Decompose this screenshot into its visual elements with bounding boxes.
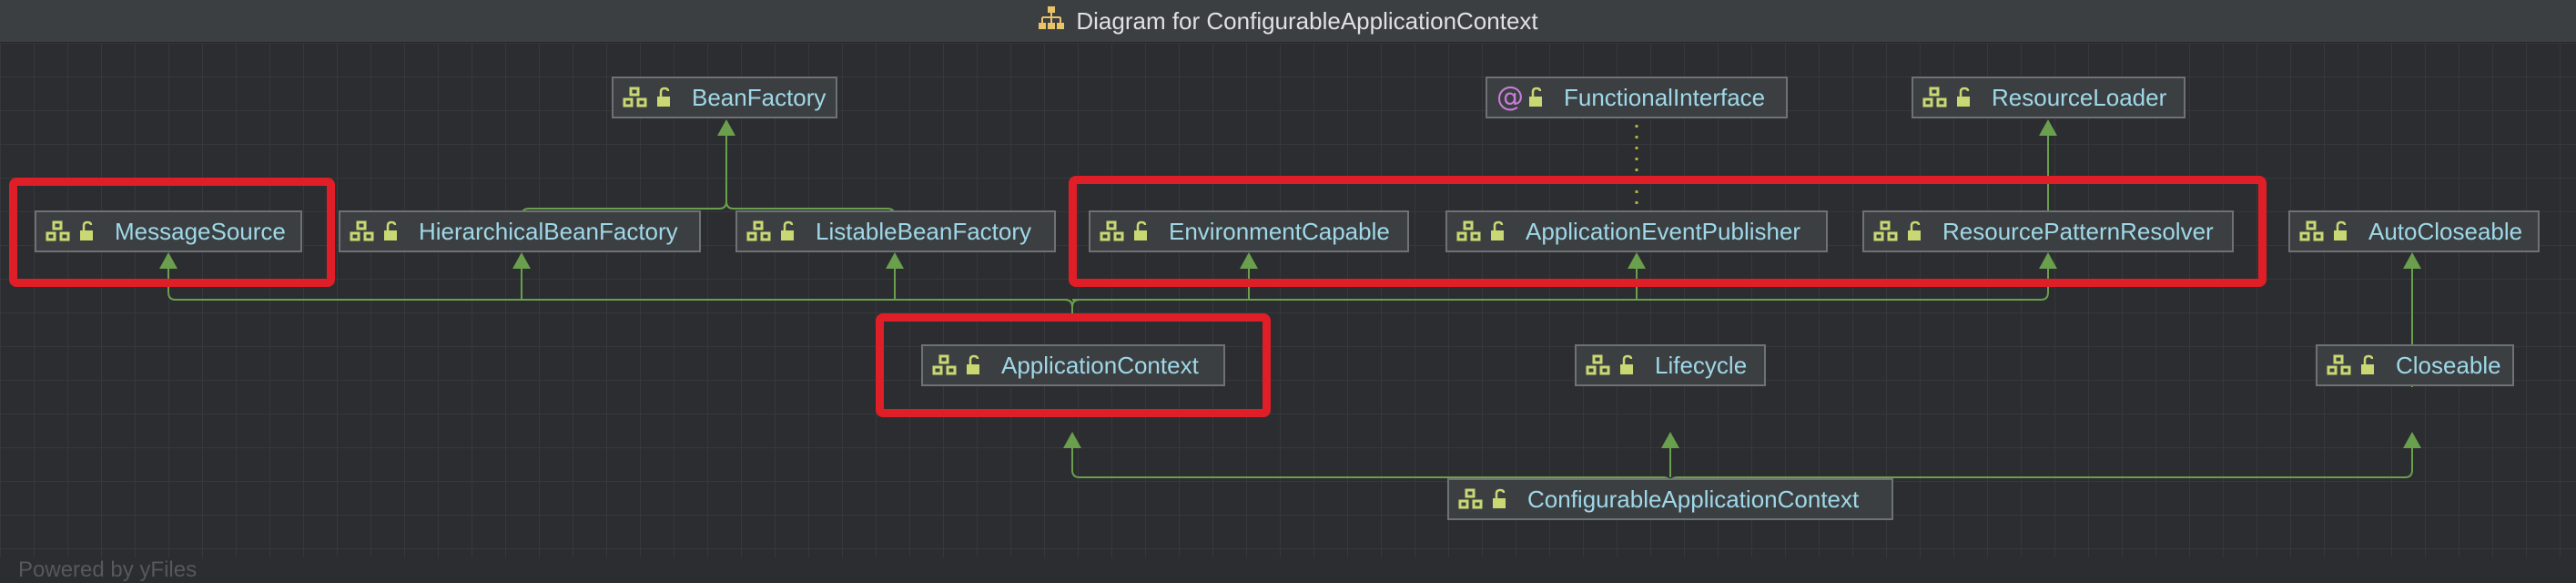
interface-icon xyxy=(746,220,774,242)
arrowhead xyxy=(1063,432,1081,448)
node-label: FunctionalInterface xyxy=(1564,83,1766,111)
edge-hierarchical-to-beanfactory xyxy=(521,125,727,217)
interface-icon xyxy=(2327,354,2354,376)
node-label: ListableBeanFactory xyxy=(816,217,1032,245)
node-functional-interface[interactable]: @ FunctionalInterface xyxy=(1486,77,1788,118)
node-label: HierarchicalBeanFactory xyxy=(419,217,678,245)
node-beanfactory[interactable]: BeanFactory xyxy=(612,77,837,118)
unlock-icon xyxy=(1527,87,1546,108)
unlock-icon xyxy=(382,220,401,242)
node-label: AutoCloseable xyxy=(2368,217,2523,245)
node-closeable[interactable]: Closeable xyxy=(2316,344,2514,386)
unlock-icon xyxy=(779,220,797,242)
unlock-icon xyxy=(655,87,674,108)
highlight-box-application-context xyxy=(876,313,1271,417)
interface-icon xyxy=(2299,220,2327,242)
interface-icon xyxy=(623,87,650,108)
interface-icon xyxy=(350,220,377,242)
node-label: ResourceLoader xyxy=(1992,83,2167,111)
highlight-box-context-parents xyxy=(1069,176,2267,287)
watermark: Powered by yFiles xyxy=(18,557,198,582)
arrowhead xyxy=(512,252,531,269)
window-title: Diagram for ConfigurableApplicationConte… xyxy=(1076,6,1538,35)
arrowhead xyxy=(886,252,904,269)
interface-icon xyxy=(1922,87,1950,108)
node-label: ConfigurableApplicationContext xyxy=(1527,485,1860,513)
node-resource-loader[interactable]: ResourceLoader xyxy=(1912,77,2186,118)
node-configurable-application-context[interactable]: ConfigurableApplicationContext xyxy=(1447,478,1893,520)
interface-icon xyxy=(1586,354,1613,376)
hierarchy-icon xyxy=(1038,5,1065,37)
window-title-bar: Diagram for ConfigurableApplicationConte… xyxy=(0,0,2576,43)
interface-icon xyxy=(1458,488,1486,510)
diagram-canvas[interactable]: BeanFactory @ FunctionalInterface Resour… xyxy=(0,43,2576,582)
arrowhead xyxy=(1661,432,1679,448)
edges-layer xyxy=(159,119,2421,517)
arrowhead xyxy=(2403,252,2421,269)
node-hierarchical-bean-factory[interactable]: HierarchicalBeanFactory xyxy=(339,210,701,252)
highlight-box-message-source xyxy=(9,178,335,287)
node-label: BeanFactory xyxy=(692,83,827,111)
node-label: Lifecycle xyxy=(1655,351,1748,379)
node-auto-closeable[interactable]: AutoCloseable xyxy=(2288,210,2540,252)
arrowhead xyxy=(2403,432,2421,448)
unlock-icon xyxy=(2332,220,2350,242)
unlock-icon xyxy=(1491,488,1509,510)
annotation-icon: @ xyxy=(1496,81,1524,113)
node-label: Closeable xyxy=(2396,351,2501,379)
node-lifecycle[interactable]: Lifecycle xyxy=(1575,344,1766,386)
arrowhead xyxy=(2039,119,2057,136)
arrowhead xyxy=(717,119,735,136)
unlock-icon xyxy=(1618,354,1637,376)
unlock-icon xyxy=(1955,87,1973,108)
unlock-icon xyxy=(2359,354,2378,376)
node-listable-bean-factory[interactable]: ListableBeanFactory xyxy=(735,210,1056,252)
